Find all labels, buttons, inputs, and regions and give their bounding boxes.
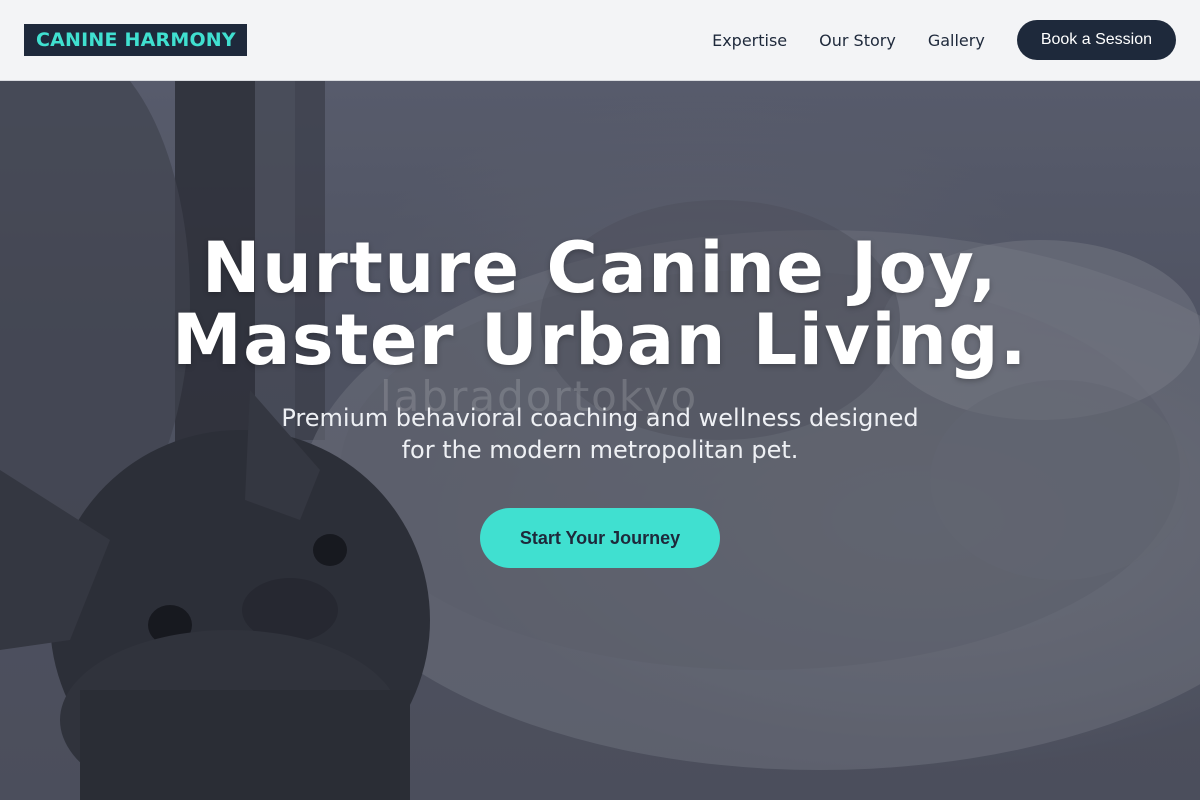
main-nav: Expertise Our Story Gallery Book a Sessi… bbox=[712, 20, 1176, 60]
hero-title-line-2: Master Urban Living. bbox=[171, 299, 1029, 381]
hero-subtitle: Premium behavioral coaching and wellness… bbox=[0, 402, 1200, 466]
nav-link-expertise[interactable]: Expertise bbox=[712, 31, 787, 50]
book-session-button[interactable]: Book a Session bbox=[1016, 20, 1176, 60]
hero-title: Nurture Canine Joy, Master Urban Living. bbox=[0, 232, 1200, 376]
hero-section: Nurture Canine Joy, Master Urban Living.… bbox=[0, 232, 1200, 568]
hero-subtitle-line-2: for the modern metropolitan pet. bbox=[401, 436, 799, 464]
site-header: CANINE HARMONY Expertise Our Story Galle… bbox=[0, 0, 1200, 81]
hero-subtitle-line-1: Premium behavioral coaching and wellness… bbox=[281, 404, 919, 432]
start-journey-button[interactable]: Start Your Journey bbox=[479, 508, 721, 568]
nav-link-our-story[interactable]: Our Story bbox=[819, 31, 896, 50]
brand-logo[interactable]: CANINE HARMONY bbox=[24, 24, 247, 56]
hero-title-line-1: Nurture Canine Joy, bbox=[201, 227, 999, 309]
landing-page: labradortokyo CANINE HARMONY Expertise O… bbox=[0, 0, 1200, 800]
nav-link-gallery[interactable]: Gallery bbox=[928, 31, 985, 50]
